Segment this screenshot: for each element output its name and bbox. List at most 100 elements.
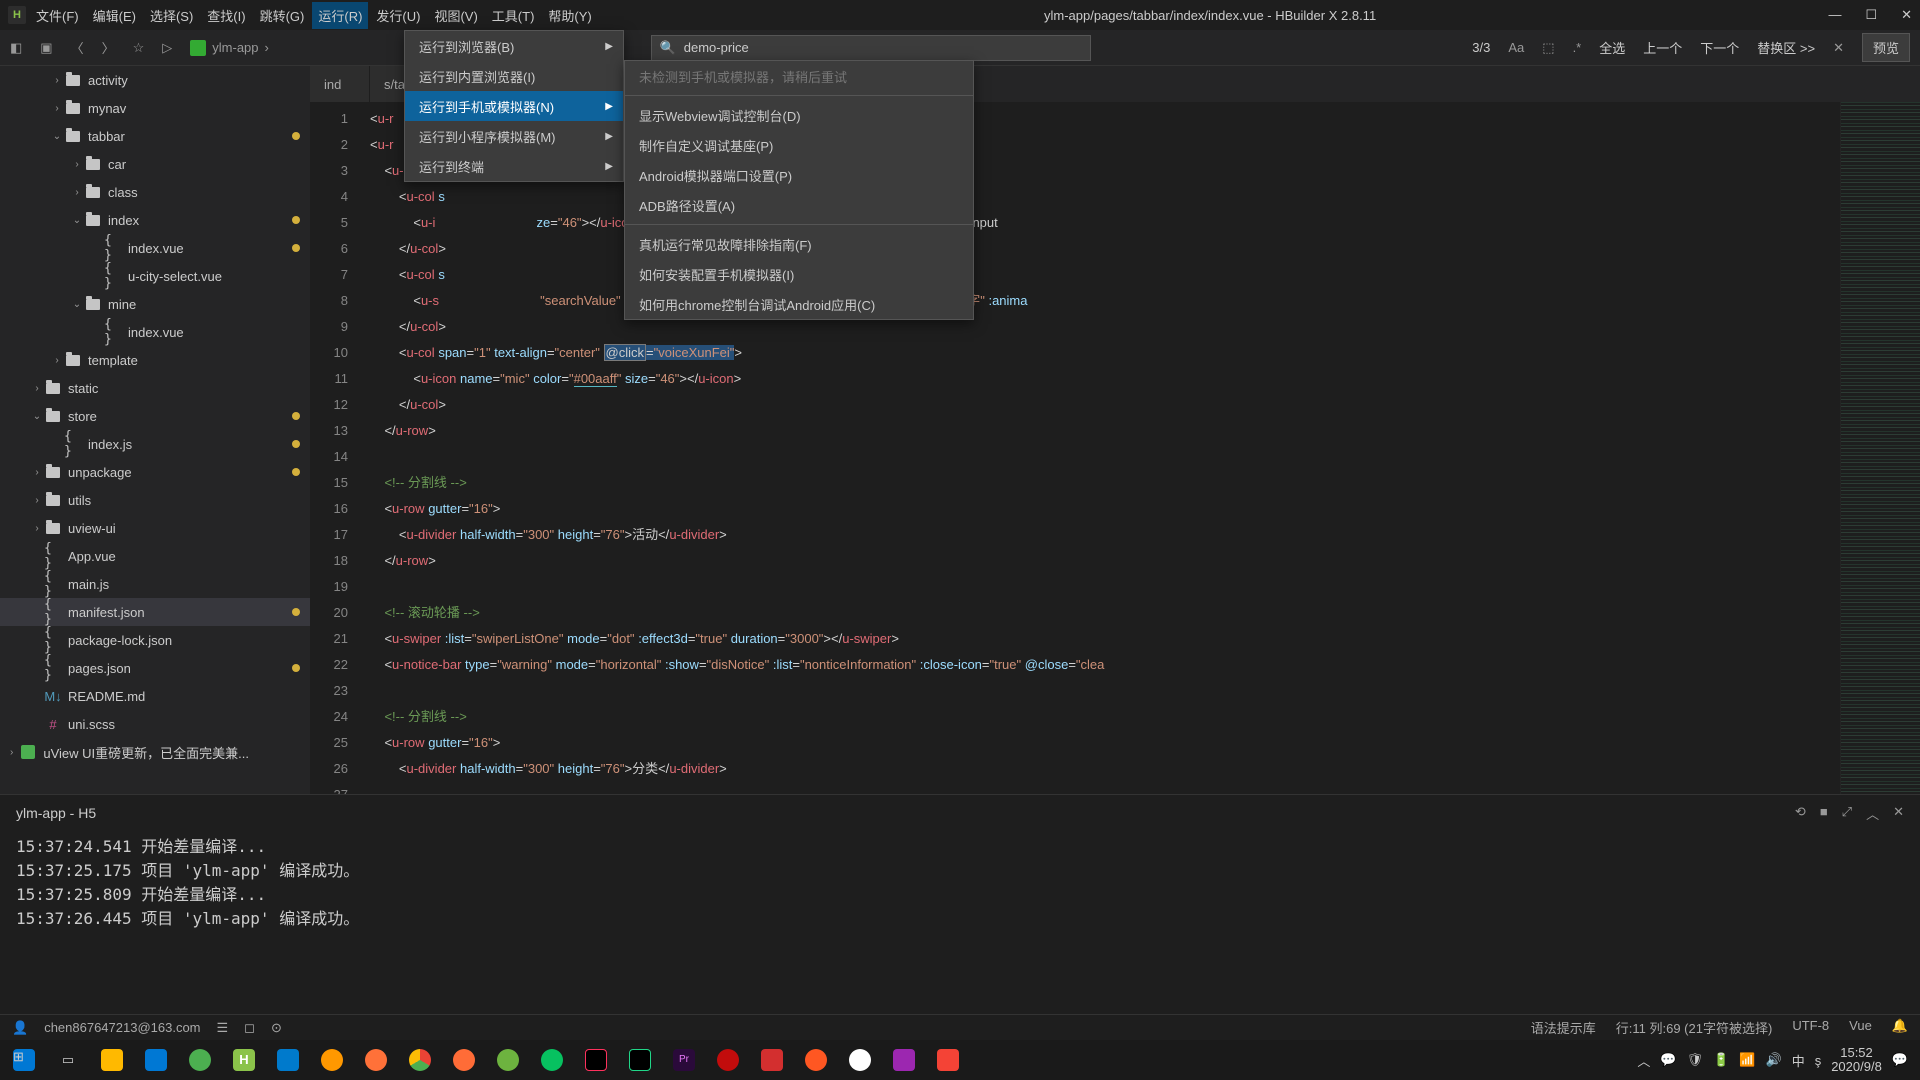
chrome-icon[interactable] [400,1040,440,1080]
start-button[interactable]: ⊞ [4,1040,44,1080]
preview-button[interactable]: 预览 [1862,33,1910,62]
tree-item[interactable]: { }index.js [0,430,310,458]
tray-clock[interactable]: 15:52 2020/9/8 [1831,1046,1882,1074]
console-close-icon[interactable]: ✕ [1893,804,1904,823]
tree-item[interactable]: ›utils [0,486,310,514]
close-search-icon[interactable]: ✕ [1833,40,1844,56]
postman-icon[interactable] [444,1040,484,1080]
task-view-icon[interactable]: ▭ [48,1040,88,1080]
star-icon[interactable]: ☆ [133,40,145,56]
taskbar-app-8[interactable] [928,1040,968,1080]
submenu-item[interactable]: 显示Webview调试控制台(D) [625,100,973,130]
case-icon[interactable]: Aa [1508,40,1524,55]
taskbar-app-1[interactable] [136,1040,176,1080]
tree-item[interactable]: { }package-lock.json [0,626,310,654]
tree-item[interactable]: #uni.scss [0,710,310,738]
panel-toggle-icon[interactable]: ◧ [10,40,22,56]
code-content[interactable]: <u-r <u-r <u-row gutte <u-col s <u-i ze=… [360,102,1840,794]
tree-item[interactable]: M↓README.md [0,682,310,710]
tree-item[interactable]: { }index.vue [0,318,310,346]
status-icon-3[interactable]: ⊙ [271,1020,282,1036]
tree-item[interactable]: { }main.js [0,570,310,598]
hbuilder-icon[interactable]: H [224,1040,264,1080]
premiere-icon[interactable]: Pr [664,1040,704,1080]
sidebar-notice[interactable]: › uView UI重磅更新，已全面完美兼... [0,738,310,766]
netease-icon[interactable] [708,1040,748,1080]
word-icon[interactable]: ⬚ [1542,40,1554,56]
next-match-button[interactable]: 下一个 [1700,38,1739,57]
close-button[interactable]: ✕ [1901,7,1912,23]
code-editor[interactable]: 1234567891011121314151617181920212223242… [310,102,1920,794]
tray-ime-icon[interactable]: 中 [1792,1051,1805,1070]
taskbar-app-3[interactable] [312,1040,352,1080]
status-cursor[interactable]: 行:11 列:69 (21字符被选择) [1616,1018,1773,1037]
console-popout-icon[interactable]: ⤢ [1842,804,1852,823]
tree-item[interactable]: ⌄mine [0,290,310,318]
status-icon-1[interactable]: ☰ [217,1020,229,1036]
tree-item[interactable]: ›car [0,150,310,178]
menu-run[interactable]: 运行(R) [312,2,368,29]
github-icon[interactable] [840,1040,880,1080]
regex-icon[interactable]: .* [1573,40,1582,55]
tree-item[interactable]: { }App.vue [0,542,310,570]
tray-icon-2[interactable]: 🛡 [1687,1052,1704,1068]
submenu-item[interactable]: 制作自定义调试基座(P) [625,130,973,160]
bell-icon[interactable]: 🔔 [1892,1018,1908,1037]
breadcrumb[interactable]: ylm-app › [190,40,269,56]
submenu-item[interactable]: ADB路径设置(A) [625,190,973,220]
taskbar-app-5[interactable] [752,1040,792,1080]
nav-forward-icon[interactable]: 〉 [102,38,115,57]
menu-item[interactable]: 运行到浏览器(B)▶ [405,31,623,61]
tree-item[interactable]: { }manifest.json [0,598,310,626]
tree-item[interactable]: ⌄tabbar [0,122,310,150]
taskbar-app-4[interactable] [488,1040,528,1080]
search-input[interactable]: 🔍 demo-price [651,35,1091,61]
tree-item[interactable]: { }pages.json [0,654,310,682]
tab-0[interactable]: ind [310,66,370,102]
tree-item[interactable]: ›unpackage [0,458,310,486]
menu-item[interactable]: 运行到内置浏览器(I) [405,61,623,91]
tree-item[interactable]: ›class [0,178,310,206]
run-icon[interactable]: ▷ [162,40,172,56]
menu-tools[interactable]: 工具(T) [492,6,535,25]
maximize-button[interactable]: ☐ [1865,7,1877,23]
menu-file[interactable]: 文件(F) [36,6,79,25]
pycharm-icon[interactable] [620,1040,660,1080]
submenu-item[interactable]: 如何用chrome控制台调试Android应用(C) [625,289,973,319]
submenu-item[interactable]: Android模拟器端口设置(P) [625,160,973,190]
submenu-item[interactable]: 真机运行常见故障排除指南(F) [625,229,973,259]
tray-volume-icon[interactable]: 🔊 [1766,1052,1782,1068]
file-explorer-icon[interactable] [92,1040,132,1080]
tray-wifi-icon[interactable]: 📶 [1739,1052,1755,1068]
status-encoding[interactable]: UTF-8 [1792,1018,1829,1037]
save-icon[interactable]: ▣ [40,40,52,56]
nav-back-icon[interactable]: 〈 [71,38,84,57]
firefox-icon[interactable] [356,1040,396,1080]
console-stop-icon[interactable]: ■ [1820,804,1828,823]
tree-item[interactable]: { }index.vue [0,234,310,262]
tree-item[interactable]: { }u-city-select.vue [0,262,310,290]
status-lang[interactable]: Vue [1849,1018,1872,1037]
console-output[interactable]: 15:37:24.541 开始差量编译... 15:37:25.175 项目 '… [0,831,1920,1014]
taskbar-app-7[interactable] [884,1040,924,1080]
select-all-button[interactable]: 全选 [1599,38,1625,57]
tray-expand-icon[interactable]: ︿ [1637,1051,1650,1070]
minimize-button[interactable]: — [1828,7,1841,23]
tray-input-icon[interactable]: ş [1815,1053,1822,1068]
taskbar-app-6[interactable] [796,1040,836,1080]
console-refresh-icon[interactable]: ⟲ [1795,804,1806,823]
tree-item[interactable]: ⌄store [0,402,310,430]
tree-item[interactable]: ›mynav [0,94,310,122]
menu-edit[interactable]: 编辑(E) [93,6,136,25]
tree-item[interactable]: ›static [0,374,310,402]
status-hint[interactable]: 语法提示库 [1531,1018,1596,1037]
wechat-icon[interactable] [532,1040,572,1080]
menu-item[interactable]: 运行到手机或模拟器(N)▶ [405,91,623,121]
tree-item[interactable]: ⌄index [0,206,310,234]
menu-item[interactable]: 运行到小程序模拟器(M)▶ [405,121,623,151]
console-collapse-icon[interactable]: ︿ [1866,804,1879,823]
user-icon[interactable]: 👤 [12,1020,28,1036]
menu-publish[interactable]: 发行(U) [376,6,420,25]
tree-item[interactable]: ›uview-ui [0,514,310,542]
menu-goto[interactable]: 跳转(G) [260,6,305,25]
